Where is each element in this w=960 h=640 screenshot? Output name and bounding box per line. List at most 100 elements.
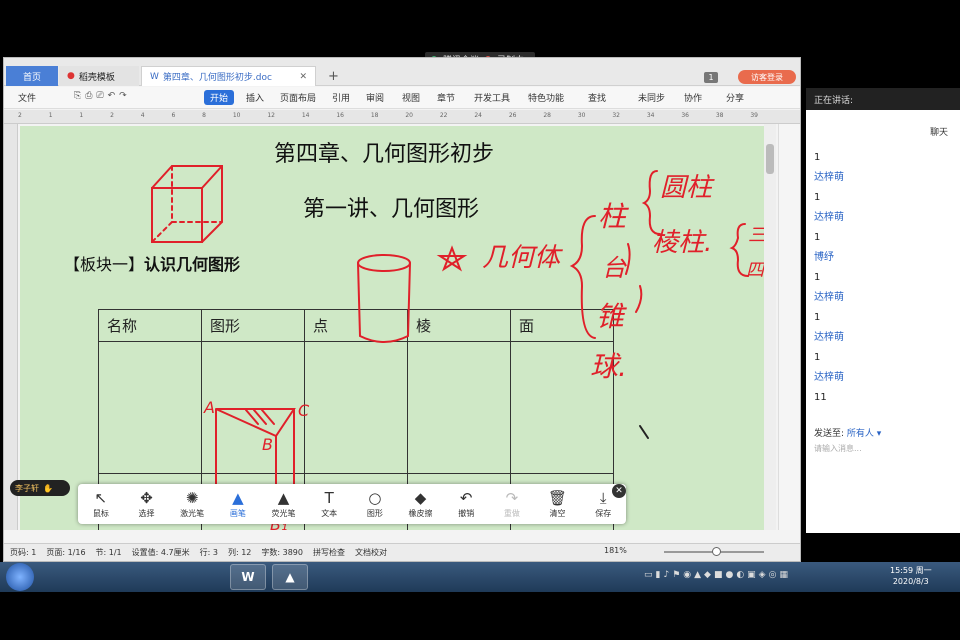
section-heading: 【板块一】认识几何图形 (64, 251, 240, 275)
tool-label: 图形 (366, 508, 383, 518)
status-words[interactable]: 字数: 3890 (261, 547, 303, 558)
tool-0[interactable]: ↖ 鼠标 (78, 490, 124, 519)
tool-1[interactable]: ✥ 选择 (124, 490, 170, 519)
ruler-tick: 2 (110, 112, 114, 119)
tool-icon: ✥ (140, 488, 153, 507)
ruler-tick: 34 (646, 112, 655, 119)
ruler-tick: 24 (474, 112, 482, 119)
document-page[interactable]: 第四章、几何图形初步 第一讲、几何图形 【板块一】认识几何图形 名称 图形 点 … (20, 126, 764, 530)
tool-label: 清空 (549, 508, 566, 518)
menu-layout[interactable]: 页面布局 (280, 91, 316, 104)
menu-insert[interactable]: 插入 (246, 91, 264, 104)
doc-subtitle: 第一讲、几何图形 (303, 197, 480, 222)
ruler-tick: 22 (439, 112, 448, 119)
chat-sender: 博纾 (814, 252, 834, 263)
chat-message: 1 (814, 312, 821, 323)
tool-icon: ▲ (277, 488, 290, 507)
ruler-tick: 8 (202, 112, 206, 119)
spell-check-button[interactable]: 拼写检查 (313, 547, 345, 558)
doc-title: 第四章、几何图形初步 (274, 142, 495, 167)
ruler-tick: 2 (18, 112, 22, 119)
table-cell (407, 341, 511, 474)
clock-time: 15:59 周一 (890, 566, 932, 575)
tool-4[interactable]: ▲ 荧光笔 (261, 490, 307, 519)
status-page: 页码: 1 (10, 548, 37, 557)
hw-three: 三 (748, 225, 764, 246)
tool-5[interactable]: T 文本 (306, 490, 352, 519)
menu-review[interactable]: 审阅 (366, 91, 384, 104)
tab-document[interactable]: W 第四章、几何图形初步.doc ✕ (141, 66, 316, 86)
zoom-slider-knob[interactable] (712, 547, 721, 556)
chat-input[interactable]: 请输入消息... (814, 443, 862, 454)
menu-chapter[interactable]: 章节 (437, 91, 455, 104)
proofread-button[interactable]: 文档校对 (355, 547, 387, 558)
ruler-tick: 39 (750, 112, 758, 119)
hw-type-prism: 柱 (598, 200, 629, 233)
chat-message: 1 (814, 232, 821, 243)
vertical-scrollbar[interactable] (764, 124, 776, 530)
zoom-level[interactable]: 181% (604, 546, 627, 555)
clock[interactable]: 15:59 周一 2020/8/3 (890, 565, 932, 587)
header-name: 名称 (98, 309, 202, 342)
menu-file[interactable]: 文件 (18, 91, 36, 104)
tool-9[interactable]: ↷ 重做 (489, 490, 535, 519)
window-count-badge: 1 (704, 72, 718, 83)
close-tab-icon[interactable]: ✕ (299, 72, 307, 82)
wps-taskbar-icon[interactable]: W (230, 564, 266, 590)
tool-label: 荧光笔 (271, 508, 296, 518)
visitor-login-button[interactable]: 访客登录 (738, 70, 796, 84)
menu-devtools[interactable]: 开发工具 (474, 91, 510, 104)
menu-collab[interactable]: 协作 (684, 91, 702, 104)
tool-label: 文本 (321, 508, 338, 518)
system-tray-icons[interactable]: ▭▮♪⚑◉▲◆■●◐▣◈◎▦ (644, 570, 791, 580)
tool-10[interactable]: 🗑 清空 (535, 490, 581, 519)
menu-reference[interactable]: 引用 (332, 91, 350, 104)
tab-home[interactable]: 首页 (6, 66, 58, 86)
new-tab-button[interactable]: + (320, 66, 340, 86)
menu-features[interactable]: 特色功能 (528, 91, 564, 104)
tool-2[interactable]: ✺ 激光笔 (169, 490, 215, 519)
horizontal-ruler[interactable]: 2 1 1 2 4 6 8 10 12 14 16 18 20 22 24 26 28 30 32 34 36 38 39 (4, 110, 800, 124)
presenter-tag: 李子轩 ✋ (10, 480, 70, 496)
tool-6[interactable]: ○ 图形 (352, 490, 398, 519)
ruler-tick: 20 (405, 112, 413, 119)
ruler-tick: 36 (681, 112, 689, 119)
tab-chat[interactable]: 聊天 (930, 125, 948, 138)
start-button[interactable] (6, 563, 34, 591)
menu-view[interactable]: 视图 (402, 91, 420, 104)
tool-icon: 🗑 (548, 488, 568, 507)
menu-share[interactable]: 分享 (726, 91, 744, 104)
tool-icon: ▲ (232, 488, 244, 507)
ruler-tick: 1 (79, 112, 84, 119)
template-icon: ● (67, 71, 75, 81)
side-tools-pane[interactable] (778, 124, 800, 530)
star-icon (436, 245, 468, 272)
tool-icon: ⤓ (599, 488, 607, 507)
doc-icon: W (150, 71, 159, 82)
table-cell (304, 341, 408, 474)
send-to[interactable]: 发送至: 所有人 ▾ (814, 426, 881, 439)
table-cell (201, 341, 305, 474)
send-to-select[interactable]: 所有人 ▾ (847, 429, 881, 439)
ruler-tick: 30 (577, 112, 586, 119)
meeting-taskbar-icon[interactable]: ▲ (272, 564, 308, 590)
chat-sender: 达梓萌 (814, 332, 844, 343)
status-pages: 页面: 1/16 (46, 548, 86, 557)
table-cell (98, 341, 202, 474)
menu-start[interactable]: 开始 (204, 90, 235, 105)
tool-7[interactable]: ◆ 橡皮擦 (398, 490, 444, 519)
tab-template[interactable]: ● 稻壳模板 (59, 66, 139, 86)
menu-sync[interactable]: 未同步 (638, 91, 665, 104)
tool-label: 鼠标 (92, 508, 109, 518)
tool-3[interactable]: ▲ 画笔 (215, 490, 261, 519)
tool-8[interactable]: ↶ 撤销 (443, 490, 489, 519)
menu-search[interactable]: 查找 (588, 91, 606, 104)
quick-access-icons[interactable]: ⎘⎙⎚↶↷ (74, 91, 131, 101)
hw-prism: 棱柱. (652, 228, 712, 258)
scrollbar-thumb[interactable] (766, 144, 774, 174)
send-to-label: 发送至: (814, 429, 845, 439)
vertical-ruler[interactable] (4, 124, 18, 530)
tool-icon: ↶ (459, 488, 473, 507)
ribbon-menu: 文件 ⎘⎙⎚↶↷ 开始 插入 页面布局 引用 审阅 视图 章节 开发工具 特色功… (4, 87, 800, 109)
toolbar-close-button[interactable]: ✕ (612, 484, 626, 498)
